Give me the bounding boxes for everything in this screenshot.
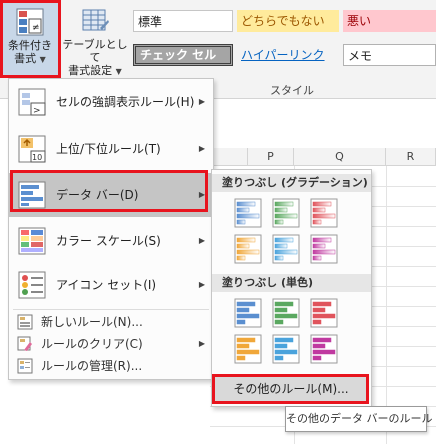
column-header-q[interactable]: Q (294, 148, 386, 166)
menu-item-color-scales[interactable]: カラー スケール(S) ▶ (9, 219, 213, 263)
menu-label: カラー スケール(S) (56, 234, 161, 248)
menu-label: アイコン セット(I) (56, 278, 157, 292)
chevron-right-icon: ▶ (198, 236, 205, 245)
icon-sets-icon (18, 271, 46, 299)
table-label-line1: テーブルとして (62, 38, 128, 64)
more-rules-highlight-frame (212, 374, 369, 404)
svg-text:10: 10 (32, 153, 42, 162)
menu-item-manage-rules[interactable]: ルールの管理(R)... (9, 355, 213, 377)
solid-data-bar-icon[interactable] (272, 298, 300, 328)
solid-data-bar-icon[interactable] (234, 298, 262, 328)
column-header-r[interactable]: R (386, 148, 436, 166)
gradient-data-bar-icon[interactable] (310, 198, 338, 228)
style-hyperlink[interactable]: ハイパーリンク (237, 44, 339, 66)
highlight-cells-icon: > (18, 88, 46, 116)
style-check-cell[interactable]: チェック セル (133, 44, 233, 66)
styles-group-label: スタイル (270, 84, 314, 97)
style-bad[interactable]: 悪い (343, 10, 436, 32)
column-header-o[interactable] (210, 148, 248, 166)
column-header-p[interactable]: P (248, 148, 294, 166)
gradient-data-bar-icon[interactable] (272, 234, 300, 264)
format-as-table-icon (82, 9, 109, 31)
gradient-data-bar-icon[interactable] (310, 234, 338, 264)
gradient-data-bar-icon[interactable] (272, 198, 300, 228)
svg-text:>: > (33, 106, 41, 116)
menu-item-top-bottom[interactable]: 10 上位/下位ルール(T) ▶ (9, 127, 213, 171)
menu-item-icon-sets[interactable]: アイコン セット(I) ▶ (9, 263, 213, 307)
cf-highlight-frame (0, 0, 61, 78)
gradient-data-bar-icon[interactable] (234, 198, 262, 228)
chevron-right-icon: ▶ (198, 280, 205, 289)
menu-item-highlight-cells[interactable]: > セルの強調表示ルール(H) ▶ (9, 80, 213, 124)
chevron-right-icon: ▶ (198, 339, 205, 348)
data-bars-highlight-frame (10, 170, 208, 212)
color-scales-icon (18, 227, 46, 255)
table-label-line2: 書式設定 (68, 64, 113, 77)
solid-data-bar-icon[interactable] (310, 298, 338, 328)
top-bottom-icon: 10 (18, 135, 46, 163)
style-normal[interactable]: 標準 (133, 10, 233, 32)
clear-rules-icon (17, 336, 32, 351)
data-bars-submenu: 塗りつぶし (グラデーション) 塗りつぶし (単色) その他のルール(M)... (211, 169, 372, 407)
solid-data-bar-icon[interactable] (234, 334, 262, 364)
menu-label: セルの強調表示ルール(H) (56, 95, 195, 109)
menu-label: ルールのクリア(C) (41, 337, 143, 351)
chevron-right-icon: ▶ (198, 97, 205, 106)
gridline (386, 166, 387, 444)
solid-fill-header: 塗りつぶし (単色) (212, 274, 371, 292)
menu-label: ルールの管理(R)... (41, 359, 143, 373)
menu-item-new-rule[interactable]: 新しいルール(N)... (9, 311, 213, 333)
menu-item-clear-rules[interactable]: ルールのクリア(C) ▶ (9, 333, 213, 355)
manage-rules-icon (17, 358, 33, 374)
chevron-down-icon: ▼ (115, 67, 122, 76)
chevron-right-icon: ▶ (198, 144, 205, 153)
menu-label: 上位/下位ルール(T) (56, 142, 161, 156)
gradient-fill-header: 塗りつぶし (グラデーション) (212, 174, 371, 192)
solid-data-bar-icon[interactable] (272, 334, 300, 364)
tooltip: その他のデータ バーのルール (285, 406, 433, 432)
menu-label: 新しいルール(N)... (41, 315, 143, 329)
new-rule-icon (17, 314, 33, 330)
conditional-formatting-menu: > セルの強調表示ルール(H) ▶ 10 上位/下位ルール(T) ▶ データ バ… (8, 78, 214, 380)
format-as-table-button[interactable]: テーブルとして 書式設定 ▼ (60, 2, 130, 78)
gradient-data-bar-icon[interactable] (234, 234, 262, 264)
style-memo[interactable]: メモ (343, 44, 436, 66)
menu-separator (13, 309, 209, 310)
solid-data-bar-icon[interactable] (310, 334, 338, 364)
style-neutral[interactable]: どちらでもない (237, 10, 339, 32)
